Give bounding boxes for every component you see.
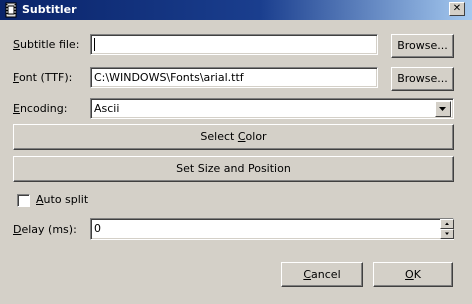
- encoding-selected-value: Ascii: [94, 102, 120, 115]
- ok-button[interactable]: OK: [373, 262, 453, 287]
- encoding-label: Encoding:: [13, 102, 68, 115]
- subtitle-file-label: Subtitle file:: [13, 38, 80, 51]
- dropdown-button[interactable]: [435, 101, 451, 117]
- auto-split-checkbox[interactable]: [17, 194, 30, 207]
- arrow-up-icon: [445, 222, 449, 225]
- spin-down-button[interactable]: [440, 229, 454, 239]
- subtitle-browse-button[interactable]: Browse...: [391, 34, 454, 58]
- text-caret: [94, 38, 95, 51]
- title-bar[interactable]: Subtitler ✕: [0, 0, 472, 20]
- delay-label: Delay (ms):: [13, 223, 77, 236]
- delay-value: 0: [94, 222, 101, 235]
- close-icon: ✕: [452, 3, 462, 14]
- font-browse-button[interactable]: Browse...: [391, 67, 454, 91]
- auto-split-label[interactable]: Auto split: [36, 193, 88, 207]
- set-size-position-button[interactable]: Set Size and Position: [13, 156, 454, 182]
- select-color-button[interactable]: Select Color: [13, 124, 454, 150]
- subtitle-file-input[interactable]: [90, 34, 378, 55]
- subtitler-dialog: Subtitler ✕ Subtitle file: Browse... Fon…: [0, 0, 472, 304]
- window-title: Subtitler: [22, 3, 77, 16]
- film-icon: [5, 2, 17, 18]
- delay-input[interactable]: 0: [90, 218, 454, 240]
- font-path-input[interactable]: C:\WINDOWS\Fonts\arial.ttf: [90, 67, 378, 88]
- close-button[interactable]: ✕: [449, 2, 465, 16]
- font-label: Font (TTF):: [13, 71, 73, 84]
- cancel-button[interactable]: Cancel: [281, 262, 363, 287]
- chevron-down-icon: [439, 107, 446, 111]
- arrow-down-icon: [445, 232, 449, 235]
- spin-up-button[interactable]: [440, 219, 454, 229]
- encoding-select[interactable]: Ascii: [90, 98, 454, 119]
